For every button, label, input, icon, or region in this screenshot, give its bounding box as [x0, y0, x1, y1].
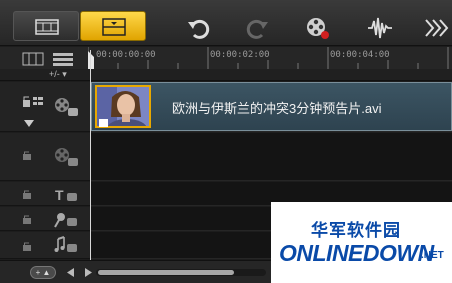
- title-track-header: T: [0, 182, 90, 206]
- video-track-header: [0, 82, 90, 132]
- horizontal-scrollbar[interactable]: [96, 269, 266, 276]
- chevron-down-icon[interactable]: [24, 120, 34, 128]
- scroll-right-icon[interactable]: [84, 268, 92, 277]
- clip-filename: 欧洲与伊斯兰的冲突3分钟预告片.avi: [172, 101, 382, 116]
- timeline-icon: [102, 18, 126, 36]
- add-track-button[interactable]: + ▲: [30, 266, 56, 279]
- music-note-icon: [54, 236, 77, 252]
- watermark-logo: 华军软件园 ONLINEDOWN .NET: [271, 202, 452, 283]
- lock-all-icon[interactable]: [22, 95, 44, 109]
- zoom-control[interactable]: +/- ▾: [49, 69, 67, 80]
- sound-mixer-icon[interactable]: [367, 15, 393, 41]
- zoom-row: +/- ▾: [0, 69, 452, 81]
- svg-text:T: T: [55, 187, 64, 203]
- video-clip[interactable]: 欧洲与伊斯兰的冲突3分钟预告片.avi: [91, 82, 452, 131]
- record-capture-icon[interactable]: [305, 15, 331, 41]
- watermark-english-text: ONLINEDOWN: [279, 240, 434, 266]
- toolbar: [0, 0, 452, 46]
- scrollbar-thumb[interactable]: [98, 270, 234, 275]
- track-manager-icon[interactable]: [52, 52, 74, 66]
- watermark-chinese-text: 华军软件园: [311, 221, 401, 241]
- playhead-line[interactable]: [90, 50, 91, 260]
- music-track-header: [0, 232, 90, 259]
- auto-music-icon[interactable]: [423, 15, 449, 41]
- timecode-label: 00:00:02:00: [210, 50, 270, 60]
- overlay-track-header: [0, 133, 90, 181]
- ruler-row: 00:00:00:00 00:00:02:00 00:00:04:00: [0, 47, 452, 69]
- undo-icon[interactable]: [185, 15, 211, 41]
- overlay-track-icon: [55, 148, 78, 166]
- storyboard-small-icon[interactable]: [22, 52, 44, 66]
- redo-icon[interactable]: [245, 15, 271, 41]
- speaker-icon: [99, 119, 108, 127]
- timeline-ruler[interactable]: 00:00:00:00 00:00:02:00 00:00:04:00: [88, 47, 452, 69]
- watermark-tld-text: .NET: [421, 250, 444, 261]
- lock-icon[interactable]: [22, 189, 32, 199]
- lock-icon[interactable]: [22, 241, 32, 251]
- filmstrip-icon: [35, 19, 59, 35]
- lock-icon[interactable]: [22, 150, 32, 160]
- video-track-icon: [55, 98, 78, 116]
- overlay-track-lane[interactable]: [91, 133, 452, 181]
- microphone-icon: [54, 213, 77, 228]
- playhead-marker: [88, 51, 94, 69]
- lock-icon[interactable]: [22, 214, 32, 224]
- timecode-label: 00:00:00:00: [96, 50, 156, 60]
- voice-track-header: [0, 207, 90, 231]
- scroll-left-icon[interactable]: [67, 268, 75, 277]
- storyboard-view-button[interactable]: [13, 11, 79, 41]
- title-track-icon: T: [55, 187, 77, 203]
- timeline-view-button[interactable]: [80, 11, 146, 41]
- timecode-label: 00:00:04:00: [330, 50, 390, 60]
